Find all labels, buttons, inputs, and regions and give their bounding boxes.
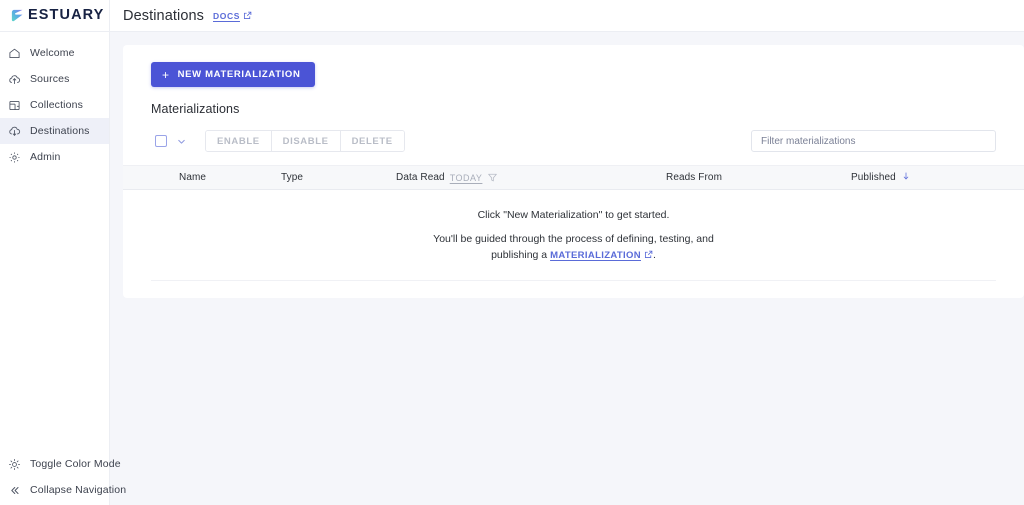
docs-link-label: DOCS — [213, 10, 240, 21]
column-header-published[interactable]: Published — [851, 171, 996, 184]
page-title: Destinations — [123, 7, 204, 24]
top-bar: ESTUARY Destinations DOCS — [0, 0, 1024, 32]
column-header-type[interactable]: Type — [281, 172, 396, 183]
collapse-navigation-label: Collapse Navigation — [30, 484, 127, 496]
sidebar-item-label: Welcome — [30, 47, 75, 59]
select-all-checkbox[interactable] — [155, 135, 167, 147]
docs-link[interactable]: DOCS — [213, 11, 252, 21]
toggle-color-mode-label: Toggle Color Mode — [30, 458, 121, 470]
delete-button[interactable]: DELETE — [340, 131, 404, 151]
chevron-double-left-icon — [8, 484, 21, 497]
enable-button[interactable]: ENABLE — [206, 131, 272, 151]
column-header-data-read: Data Read TODAY — [396, 172, 666, 183]
materializations-table: Name Type Data Read TODAY Reads From Pub… — [123, 165, 1024, 281]
disable-button[interactable]: DISABLE — [271, 131, 341, 151]
data-read-today-link[interactable]: TODAY — [450, 173, 483, 183]
card-header-area: + NEW MATERIALIZATION Materializations E… — [123, 62, 1024, 152]
sidebar-item-welcome[interactable]: Welcome — [0, 40, 109, 66]
sidebar-item-label: Destinations — [30, 125, 90, 137]
empty-state-line-2-suffix: . — [652, 249, 656, 262]
column-header-data-read-label: Data Read — [396, 172, 445, 183]
home-icon — [8, 47, 21, 60]
collections-icon — [8, 99, 21, 112]
sun-icon — [8, 458, 21, 471]
materialization-docs-link[interactable]: MATERIALIZATION — [550, 250, 641, 261]
cloud-download-icon — [8, 125, 21, 138]
sidebar-item-label: Sources — [30, 73, 70, 85]
column-header-name[interactable]: Name — [151, 172, 281, 183]
toolbar-left-group: ENABLE DISABLE DELETE — [151, 130, 405, 152]
collapse-navigation-button[interactable]: Collapse Navigation — [0, 477, 126, 503]
external-link-icon — [243, 11, 252, 20]
funnel-icon[interactable] — [487, 172, 498, 183]
sidebar-item-label: Admin — [30, 151, 61, 163]
app-root: ESTUARY Destinations DOCS Welcome Source… — [0, 0, 1024, 505]
new-materialization-button[interactable]: + NEW MATERIALIZATION — [151, 62, 315, 87]
sidebar-item-destinations[interactable]: Destinations — [0, 118, 109, 144]
sidebar-bottom-actions: Toggle Color Mode Collapse Navigation — [0, 451, 126, 505]
arrow-down-icon — [901, 171, 911, 184]
external-link-icon[interactable] — [644, 248, 653, 259]
header-title-zone: Destinations DOCS — [110, 8, 252, 24]
filter-wrap — [751, 130, 996, 152]
body-region: Welcome Sources Collections Destinations… — [0, 32, 1024, 505]
materializations-card: + NEW MATERIALIZATION Materializations E… — [123, 45, 1024, 298]
sidebar-item-sources[interactable]: Sources — [0, 66, 109, 92]
sidebar-item-collections[interactable]: Collections — [0, 92, 109, 118]
section-title: Materializations — [151, 102, 240, 116]
column-header-reads-from[interactable]: Reads From — [666, 172, 851, 183]
chevron-down-icon[interactable] — [173, 133, 189, 149]
bulk-actions-group: ENABLE DISABLE DELETE — [205, 130, 405, 152]
table-toolbar: ENABLE DISABLE DELETE — [151, 130, 996, 152]
cloud-upload-icon — [8, 73, 21, 86]
main-content: + NEW MATERIALIZATION Materializations E… — [110, 32, 1024, 505]
brand-logo[interactable]: ESTUARY — [0, 0, 110, 32]
sidebar-item-admin[interactable]: Admin — [0, 144, 109, 170]
filter-materializations-input[interactable] — [751, 130, 996, 152]
empty-state-line-1: Click "New Materialization" to get start… — [477, 209, 670, 221]
toggle-color-mode-button[interactable]: Toggle Color Mode — [0, 451, 121, 477]
plus-icon: + — [162, 67, 170, 82]
new-materialization-label: NEW MATERIALIZATION — [177, 69, 301, 80]
table-header-row: Name Type Data Read TODAY Reads From Pub… — [123, 165, 1024, 190]
table-empty-state: Click "New Materialization" to get start… — [151, 190, 996, 281]
brand-name: ESTUARY — [28, 7, 105, 24]
empty-state-line-2: You'll be guided through the process of … — [424, 231, 724, 264]
gear-icon — [8, 151, 21, 164]
sidebar-item-label: Collections — [30, 99, 84, 111]
sidebar: Welcome Sources Collections Destinations… — [0, 32, 126, 505]
estuary-wave-logo-icon — [10, 8, 25, 23]
column-header-published-label: Published — [851, 172, 896, 183]
